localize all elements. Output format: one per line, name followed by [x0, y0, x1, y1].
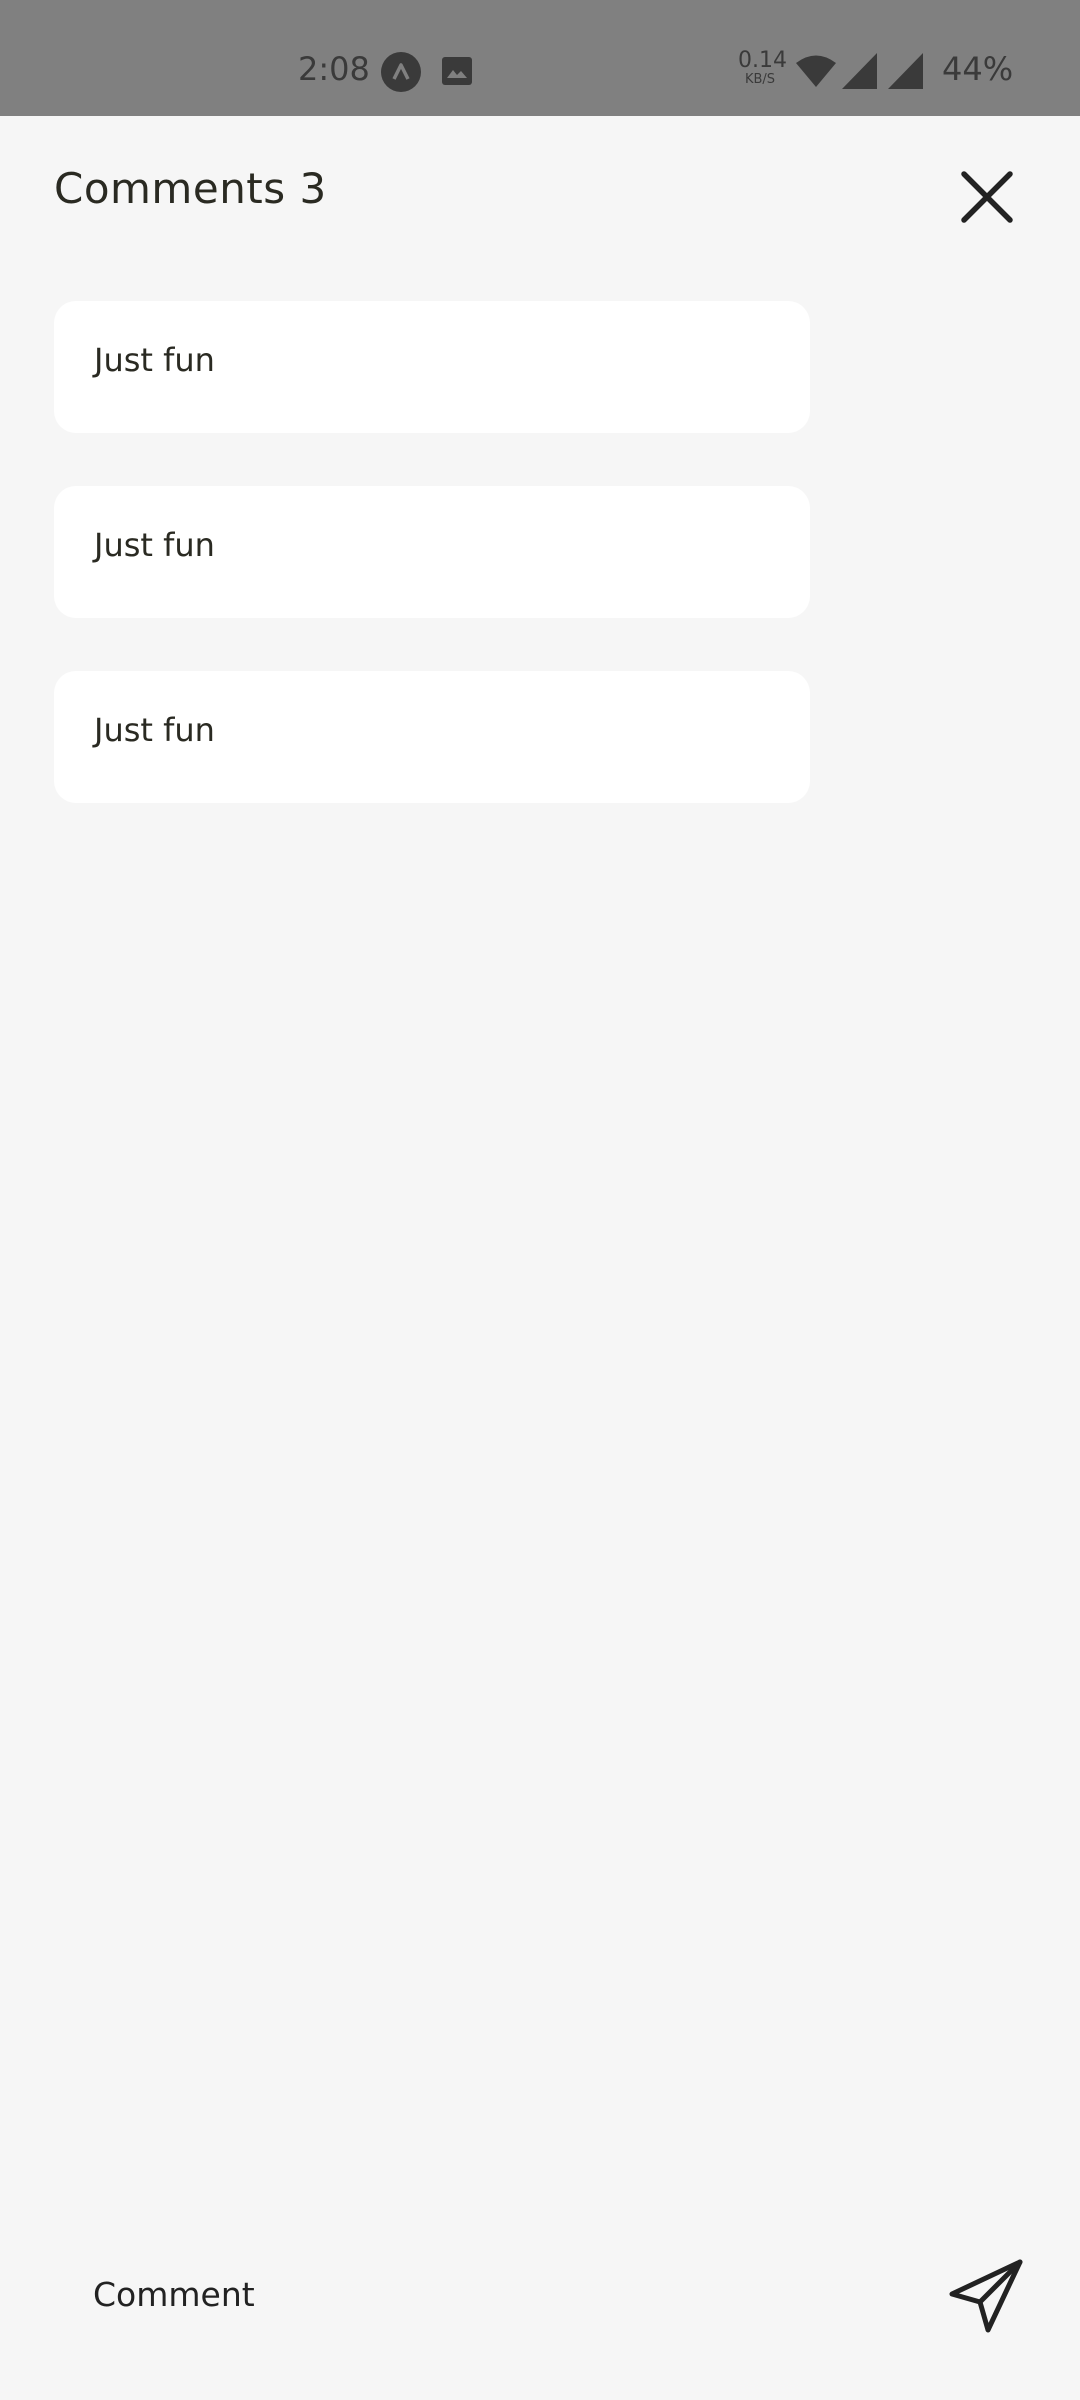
- wifi-icon: [796, 54, 836, 92]
- comment-item[interactable]: Just fun: [54, 486, 810, 618]
- page-title: Comments 3: [54, 164, 327, 213]
- app-notification-icon: [381, 52, 421, 92]
- send-button[interactable]: [946, 2256, 1026, 2336]
- comment-list: Just fun Just fun Just fun: [54, 301, 810, 856]
- comment-text: Just fun: [94, 526, 215, 564]
- send-icon: [949, 2259, 1023, 2333]
- comment-item[interactable]: Just fun: [54, 671, 810, 803]
- network-speed-unit: KB/S: [744, 72, 776, 87]
- gallery-icon: [442, 57, 472, 85]
- network-speed-value: 0.14: [738, 48, 787, 73]
- close-button[interactable]: [956, 166, 1018, 228]
- signal-icon: [888, 52, 924, 94]
- status-bar: 2:08 0.14 KB/S 44%: [0, 0, 1080, 116]
- network-speed: 0.14 KB/S: [738, 48, 787, 87]
- comment-input[interactable]: [54, 2256, 914, 2332]
- comment-text: Just fun: [94, 711, 215, 749]
- comment-item[interactable]: Just fun: [54, 301, 810, 433]
- close-icon: [961, 171, 1013, 223]
- signal-icon: [842, 52, 878, 94]
- battery-level: 44%: [942, 50, 1014, 88]
- status-time: 2:08: [298, 50, 370, 88]
- comment-text: Just fun: [94, 341, 215, 379]
